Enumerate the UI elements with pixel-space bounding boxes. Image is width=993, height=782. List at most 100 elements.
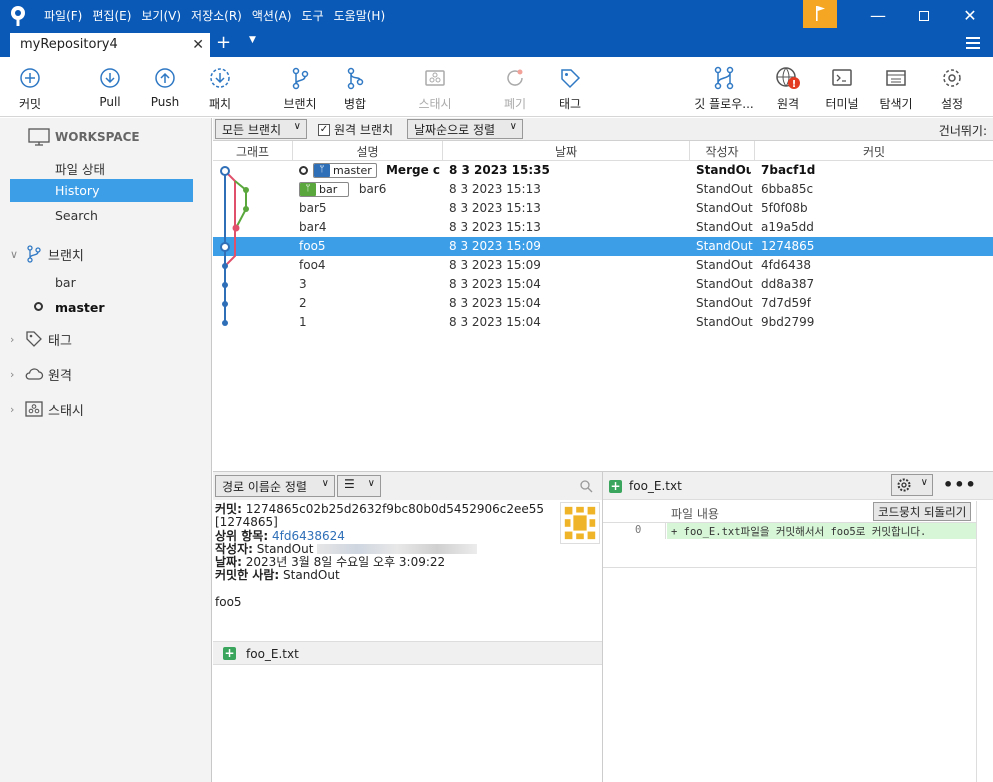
- column-label: 커밋: [862, 145, 886, 159]
- tags-section[interactable]: › 태그: [10, 328, 72, 350]
- column-description[interactable]: 설명: [293, 141, 443, 161]
- branch-button[interactable]: 브랜치: [270, 65, 330, 112]
- notification-flag-button[interactable]: [803, 0, 837, 28]
- commit-plus-icon: [20, 68, 40, 88]
- menu-bar: 파일(F) 편집(E) 보기(V) 저장소(R) 액션(A) 도구 도움말(H): [44, 0, 395, 31]
- menu-help[interactable]: 도움말(H): [334, 7, 386, 24]
- table-row[interactable]: bar5 8 3 2023 15:13 StandOut 5f0f08b: [213, 199, 993, 218]
- tab-dropdown-icon[interactable]: ▼: [249, 35, 256, 45]
- tag-button[interactable]: 태그: [540, 65, 600, 112]
- close-window-button[interactable]: ✕: [947, 0, 993, 31]
- chevron-right-icon: ›: [10, 402, 15, 416]
- commit-date: 8 3 2023 15:35: [449, 163, 550, 177]
- author-avatar: [560, 502, 600, 544]
- column-date[interactable]: 날짜: [443, 141, 690, 161]
- column-label: 그래프: [235, 145, 270, 159]
- author-value: StandOut: [256, 541, 314, 556]
- git-flow-icon: [714, 66, 734, 90]
- branch-filter-dropdown[interactable]: 모든 브랜치 ∨: [215, 119, 307, 139]
- push-button[interactable]: Push: [135, 65, 195, 109]
- settings-button[interactable]: 설정: [922, 65, 982, 112]
- branches-section[interactable]: ∨ 브랜치: [10, 243, 84, 265]
- column-commit[interactable]: 커밋: [755, 141, 993, 161]
- sort-order-dropdown[interactable]: 날짜순으로 정렬 ∨: [407, 119, 523, 139]
- revert-hunk-button[interactable]: 코드뭉치 되돌리기: [873, 502, 972, 521]
- commit-description: bar5: [299, 201, 327, 215]
- explorer-button[interactable]: 탐색기: [866, 65, 926, 112]
- branches-title: 브랜치: [48, 248, 84, 264]
- menu-edit[interactable]: 편집(E): [92, 7, 131, 24]
- table-row[interactable]: ᛘmaster Merge c 8 3 2023 15:35 StandOut …: [213, 161, 993, 180]
- sidebar-item-file-status[interactable]: 파일 상태: [10, 155, 193, 178]
- branch-icon: ᛘ: [314, 164, 330, 177]
- tab-close-icon[interactable]: ✕: [192, 37, 204, 53]
- commit-message: foo5: [215, 594, 242, 609]
- terminal-button[interactable]: 터미널: [812, 65, 872, 112]
- commit-author: StandOut: [696, 201, 753, 215]
- pull-button[interactable]: Pull: [80, 65, 140, 109]
- diff-scrollbar[interactable]: [976, 501, 977, 782]
- remote-button[interactable]: ! 원격: [758, 65, 818, 112]
- remotes-section[interactable]: › 원격: [10, 363, 72, 385]
- maximize-icon: [919, 10, 929, 21]
- table-row-selected[interactable]: foo5 8 3 2023 15:09 StandOut 1274865: [213, 237, 993, 256]
- table-row[interactable]: ᛘ bar bar6 8 3 2023 15:13 StandOut 6bba85…: [213, 180, 993, 199]
- sidebar-item-branch-master[interactable]: master: [10, 296, 193, 319]
- table-row[interactable]: 1 8 3 2023 15:04 StandOut 9bd2799: [213, 313, 993, 332]
- commit-author: StandOut: [696, 277, 753, 291]
- discard-button[interactable]: 폐기: [485, 65, 545, 112]
- stashes-section[interactable]: › 스태시: [10, 398, 84, 420]
- changed-file-name: foo_E.txt: [246, 647, 299, 661]
- diff-options-button[interactable]: ∨: [891, 474, 933, 496]
- menu-tools[interactable]: 도구: [302, 7, 324, 24]
- chevron-down-icon: ∨: [509, 121, 517, 132]
- redacted-email: [317, 544, 478, 555]
- new-tab-plus-icon[interactable]: +: [216, 33, 231, 53]
- changed-file-row[interactable]: + foo_E.txt: [213, 641, 602, 665]
- file-content-label: 파일 내용: [671, 507, 719, 521]
- maximize-button[interactable]: [901, 0, 947, 31]
- search-icon[interactable]: [579, 479, 593, 493]
- commit-hash: 1274865: [761, 239, 815, 253]
- file-sort-dropdown[interactable]: 경로 이름순 정렬 ∨: [215, 475, 335, 497]
- commit-author: StandOut: [696, 258, 753, 272]
- diff-panel: + foo_E.txt ∨ ••• 파일 내용 코드뭉치 되돌리기 0 + fo…: [602, 471, 993, 782]
- menu-actions[interactable]: 액션(A): [252, 7, 292, 24]
- commit-date: 8 3 2023 15:04: [449, 277, 541, 291]
- more-options-icon[interactable]: •••: [943, 475, 977, 494]
- menu-view[interactable]: 보기(V): [141, 7, 181, 24]
- stash-button[interactable]: 스태시: [405, 65, 465, 112]
- sidebar-item-search[interactable]: Search: [10, 204, 193, 227]
- commit-hash: 9bd2799: [761, 315, 815, 329]
- minimize-button[interactable]: —: [855, 0, 901, 31]
- sidebar-item-label: 파일 상태: [55, 162, 105, 177]
- table-row[interactable]: 2 8 3 2023 15:04 StandOut 7d7d59f: [213, 294, 993, 313]
- table-row[interactable]: bar4 8 3 2023 15:13 StandOut a19a5dd: [213, 218, 993, 237]
- sidebar-item-branch-bar[interactable]: bar: [10, 271, 193, 294]
- checkbox-checked-icon[interactable]: ✓: [318, 123, 330, 136]
- commit-date: 8 3 2023 15:13: [449, 201, 541, 215]
- remote-label: 원격: [776, 97, 800, 111]
- menu-file[interactable]: 파일(F): [44, 7, 82, 24]
- parent-link[interactable]: 4fd6438624: [272, 529, 345, 543]
- tab-bar: myRepository4 ✕ + ▼: [0, 31, 993, 57]
- sidebar-item-history[interactable]: History: [10, 179, 193, 202]
- view-mode-dropdown[interactable]: ☰ ∨: [337, 475, 381, 497]
- commit-button[interactable]: 커밋: [0, 65, 60, 112]
- fetch-button[interactable]: 패치: [190, 65, 250, 112]
- branch-ref-badge: ᛘ master: [313, 163, 377, 178]
- remote-branches-toggle[interactable]: ✓ 원격 브랜치: [318, 121, 393, 138]
- commit-author: StandOut: [696, 296, 753, 310]
- git-flow-button[interactable]: 깃 플로우...: [688, 65, 760, 112]
- tab-repository[interactable]: myRepository4 ✕: [10, 33, 210, 57]
- column-graph[interactable]: 그래프: [213, 141, 293, 161]
- commit-details-text: 커밋: 1274865c02b25d2632f9bc80b0d5452906c2…: [215, 502, 555, 609]
- hamburger-menu-icon[interactable]: [966, 37, 980, 49]
- merge-label: 병합: [343, 97, 367, 111]
- commit-description: 2: [299, 296, 307, 310]
- menu-repository[interactable]: 저장소(R): [191, 7, 242, 24]
- table-row[interactable]: foo4 8 3 2023 15:09 StandOut 4fd6438: [213, 256, 993, 275]
- column-author[interactable]: 작성자: [690, 141, 755, 161]
- table-row[interactable]: 3 8 3 2023 15:04 StandOut dd8a387: [213, 275, 993, 294]
- merge-button[interactable]: 병합: [325, 65, 385, 112]
